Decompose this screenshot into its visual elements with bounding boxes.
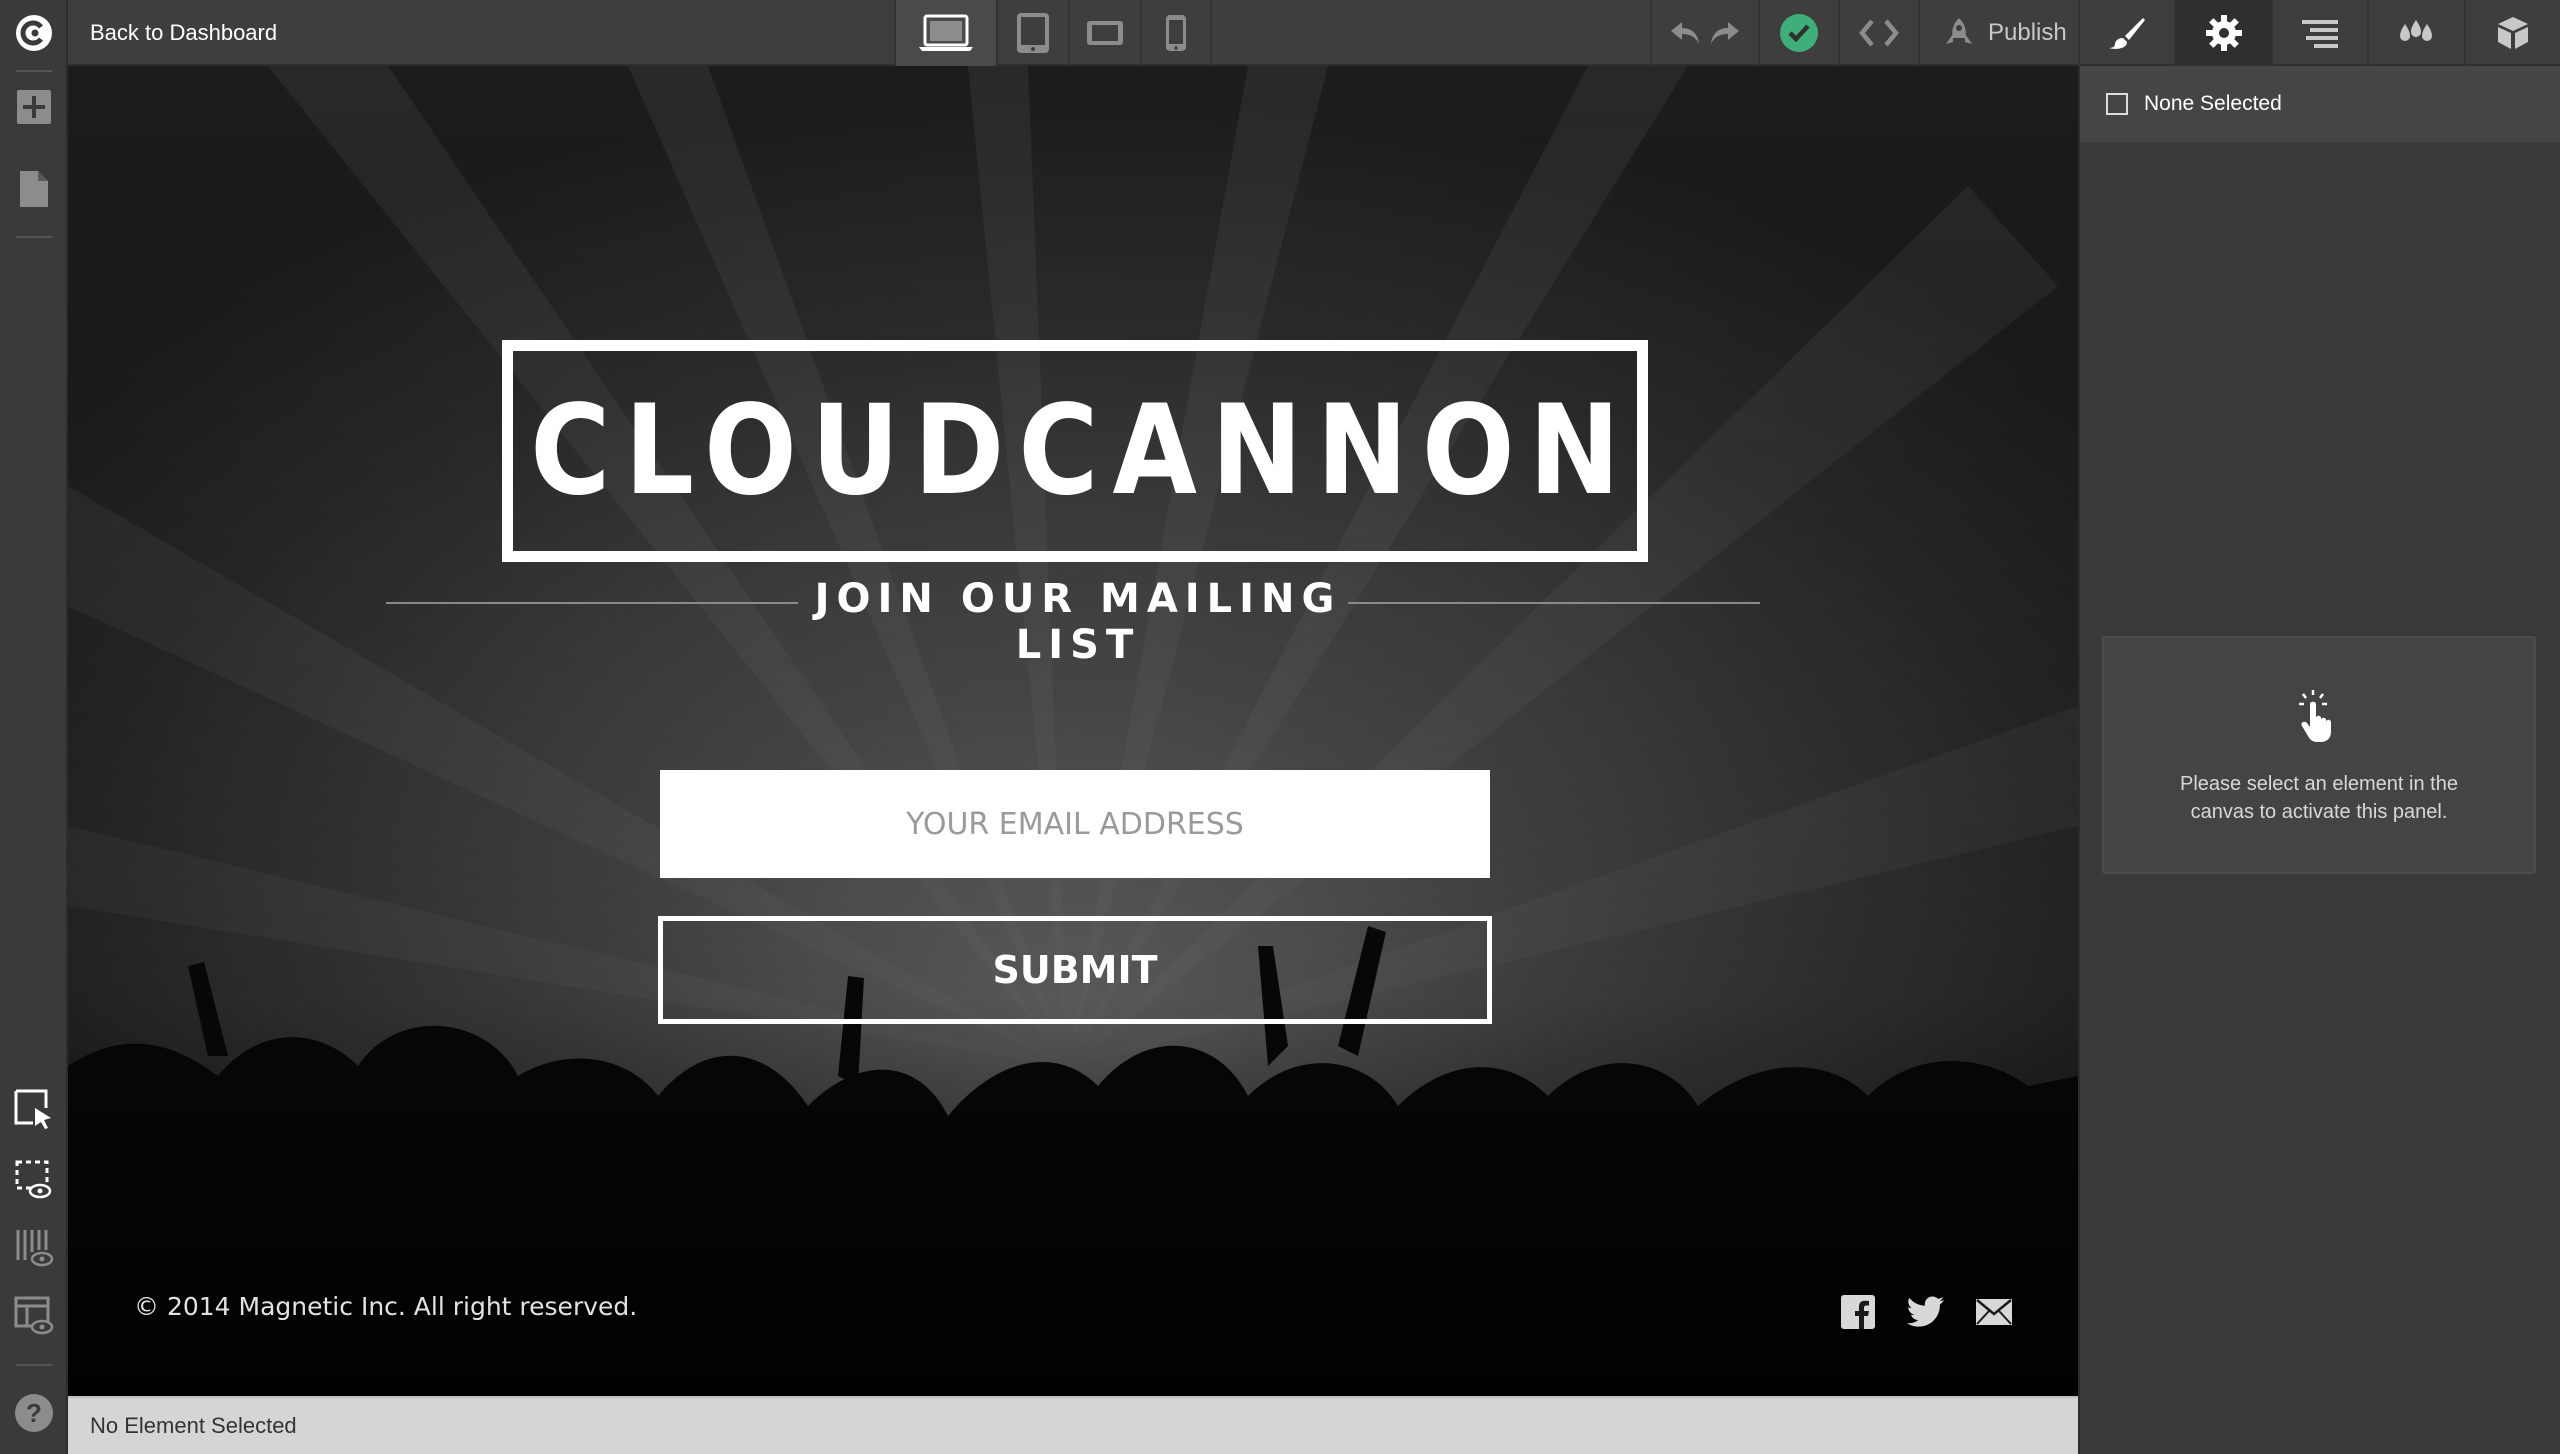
email-input[interactable] — [660, 770, 1490, 878]
rocket-icon — [1942, 16, 1976, 50]
select-cursor-icon[interactable] — [0, 1076, 68, 1142]
settings-panel: None Selected Please select an element i… — [2078, 66, 2560, 1454]
divider-left — [386, 602, 798, 604]
mailing-list-heading: JOIN OUR MAILING LIST — [814, 576, 1342, 668]
facebook-icon[interactable] — [1838, 1292, 1878, 1332]
inactive-panel-message: Please select an element in the canvas t… — [2180, 773, 2458, 823]
submit-button[interactable]: SUBMIT — [658, 916, 1492, 1024]
tablet-landscape-icon[interactable] — [1068, 0, 1140, 66]
mail-icon[interactable] — [1974, 1292, 2014, 1332]
page-icon[interactable] — [0, 156, 68, 222]
top-toolbar: Back to Dashboard Publish — [68, 0, 2078, 66]
add-icon[interactable] — [0, 74, 68, 140]
tablet-icon[interactable] — [996, 0, 1068, 66]
cube-icon[interactable] — [2463, 0, 2560, 66]
code-view-icon[interactable] — [1838, 0, 1918, 66]
publish-label: Publish — [1988, 19, 2067, 46]
selection-row[interactable]: None Selected — [2080, 66, 2560, 142]
publish-button[interactable]: Publish — [1918, 0, 2078, 66]
laptop-icon[interactable] — [894, 0, 996, 66]
visibility-columns-icon[interactable] — [0, 1214, 68, 1280]
redo-icon[interactable] — [1708, 19, 1742, 47]
svg-text:?: ? — [26, 1398, 42, 1428]
undo-icon[interactable] — [1668, 19, 1702, 47]
panel-tab-bar — [2078, 0, 2560, 66]
editor-app: ? Back to Dashboard Publish None Selecte… — [0, 0, 2560, 1454]
rail-divider — [16, 70, 52, 72]
page-canvas[interactable]: CLOUDCANNON JOIN OUR MAILING LIST SUBMIT… — [68, 66, 2078, 1396]
drops-icon[interactable] — [2367, 0, 2463, 66]
concert-background-image — [68, 66, 2078, 1396]
site-logo-text: CLOUDCANNON — [530, 379, 1634, 523]
rail-divider — [16, 1364, 52, 1366]
logo-frame[interactable]: CLOUDCANNON — [502, 340, 1648, 562]
rail-divider — [16, 236, 52, 238]
brush-icon[interactable] — [2078, 0, 2174, 66]
phone-icon[interactable] — [1140, 0, 1212, 66]
copyright-text: © 2014 Magnetic Inc. All right reserved. — [134, 1292, 638, 1321]
cloudcannon-logo-icon[interactable] — [0, 0, 68, 66]
divider-right — [1348, 602, 1760, 604]
visibility-layout-icon[interactable] — [0, 1282, 68, 1348]
saved-status-icon — [1758, 0, 1838, 66]
tap-hand-icon — [2297, 688, 2341, 744]
help-icon[interactable]: ? — [0, 1380, 68, 1446]
none-selected-label: None Selected — [2144, 92, 2282, 115]
align-icon[interactable] — [2270, 0, 2367, 66]
gear-icon[interactable] — [2174, 0, 2271, 66]
twitter-icon[interactable] — [1906, 1292, 1946, 1332]
inactive-panel-notice: Please select an element in the canvas t… — [2102, 636, 2536, 874]
back-to-dashboard-link[interactable]: Back to Dashboard — [90, 0, 277, 66]
device-preview-switcher — [894, 0, 1212, 66]
left-toolbar: ? — [0, 0, 68, 1454]
status-bar: No Element Selected — [68, 1396, 2078, 1454]
undo-redo-group — [1650, 0, 1758, 66]
selection-checkbox[interactable] — [2106, 93, 2128, 115]
visibility-dashed-icon[interactable] — [0, 1146, 68, 1212]
